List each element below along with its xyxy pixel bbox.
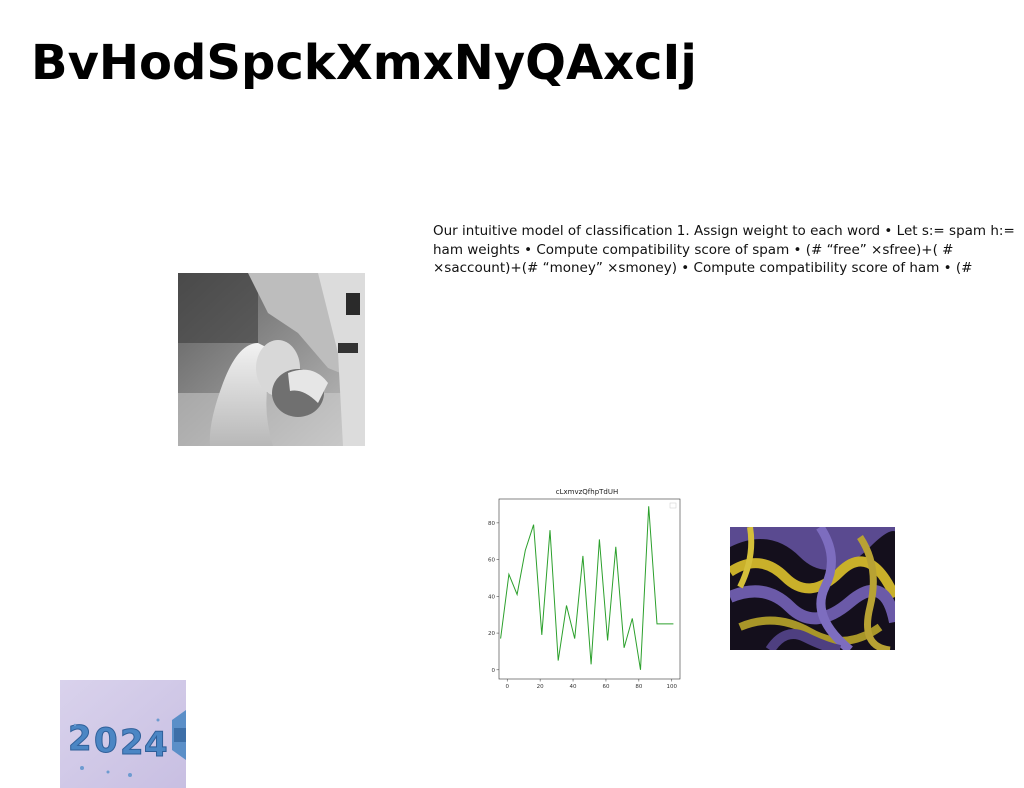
- y-axis: 0 20 40 60 80: [488, 521, 499, 674]
- x-axis: 0 20 40 60 80 100: [505, 679, 678, 690]
- numeral-2-a: 2: [68, 719, 92, 759]
- numeral-0: 0: [94, 721, 118, 761]
- couple-photo: [178, 273, 365, 446]
- y-tick-label: 40: [488, 594, 495, 600]
- x-tick-label: 60: [602, 684, 609, 690]
- y-tick-label: 0: [492, 668, 496, 674]
- x-tick-label: 20: [537, 684, 544, 690]
- x-tick-label: 100: [667, 684, 678, 690]
- plot-frame: [498, 498, 681, 680]
- numeral-2-b: 2: [120, 723, 144, 763]
- numeral-4: 4: [144, 725, 168, 765]
- x-tick-label: 40: [570, 684, 577, 690]
- slide-title: BvHodSpckXmxNyQAxcIj: [31, 35, 697, 91]
- body-text: Our intuitive model of classification 1.…: [433, 223, 1015, 276]
- y-tick-label: 20: [488, 631, 495, 637]
- year-2024-image: 2 0 2 4: [60, 680, 186, 788]
- x-tick-label: 0: [505, 684, 509, 690]
- fluid-art-image: [730, 527, 895, 650]
- x-tick-label: 80: [635, 684, 642, 690]
- line-chart: cLxmvzQfhpTdUH 0 20 40 60 80 100 0 20 40 60 80: [484, 484, 690, 702]
- chart-title: cLxmvzQfhpTdUH: [556, 488, 619, 496]
- y-tick-label: 80: [488, 521, 495, 527]
- y-tick-label: 60: [488, 558, 495, 564]
- legend-box: [669, 502, 677, 509]
